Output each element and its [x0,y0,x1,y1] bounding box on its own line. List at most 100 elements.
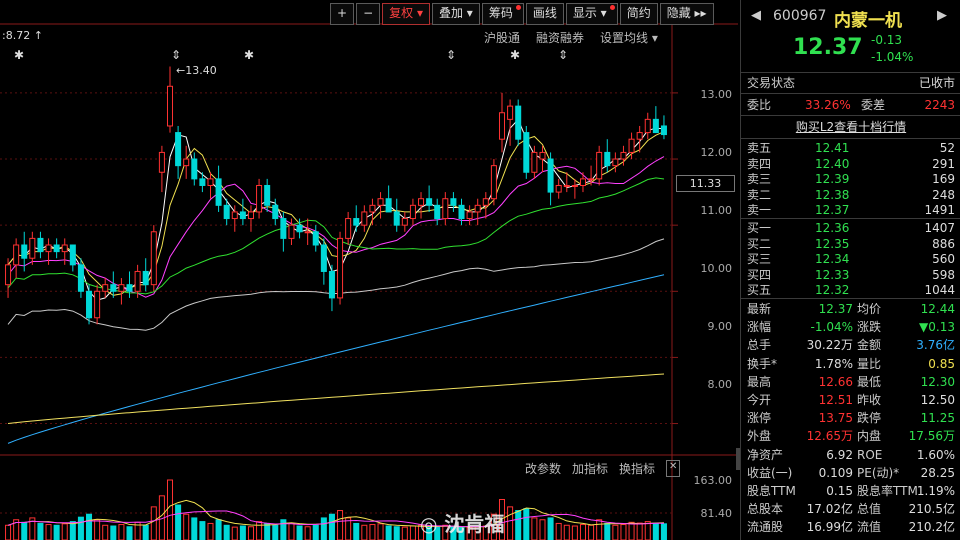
stat-value: 28.25 [920,465,955,480]
stat-value: 11.25 [920,411,955,426]
notification-dot [609,5,615,10]
candle-body [385,198,392,213]
toolbar-button[interactable]: 画线 [525,3,564,25]
toolbar-button[interactable]: + [330,3,355,25]
event-marker[interactable]: ✱ [244,48,254,62]
volume-bar [377,523,384,540]
stat-label: 外盘 [747,429,772,444]
event-marker[interactable]: ⇕ [446,48,456,62]
candle-body [175,132,182,167]
volume-bar [215,519,222,540]
stat-label: 净资产 [747,447,784,462]
indicator-link[interactable]: 改参数 [525,460,561,477]
weibi-value: 33.26% [805,98,851,112]
bid-level-row[interactable]: 买四 12.33 598 [747,268,955,283]
chart-link[interactable]: 沪股通 [484,29,520,46]
candle-body [401,218,408,226]
ask-level-row[interactable]: 卖一 12.37 1491 [747,203,955,218]
ma-info: :8.72 ↑ [2,29,43,42]
stock-name: 内蒙一机 [834,11,902,31]
candle-body [166,85,174,127]
bid-level-row[interactable]: 买三 12.34 560 [747,252,955,267]
candle-body [579,178,586,186]
volume-bar [183,513,190,540]
stat-label: 收益(一) [747,465,793,480]
volume-bar [126,526,133,540]
volume-bar [150,506,157,540]
ask-level-row[interactable]: 卖五 12.41 52 [747,141,955,156]
buy-l2-link[interactable]: 购买L2查看十档行情 [741,118,960,135]
event-marker[interactable]: ✱ [14,48,24,62]
divider [741,93,960,94]
ask-level-row[interactable]: 卖三 12.39 169 [747,172,955,187]
ask-price: 12.41 [815,141,850,155]
candle-body [620,151,627,160]
candle-body [393,211,400,226]
stat-value: 12.65万 [806,429,853,444]
candle-body [490,165,497,200]
bid-level-row[interactable]: 买二 12.35 886 [747,237,955,252]
volume-bar [547,517,554,540]
ask-label: 卖二 [747,187,772,202]
chart-link[interactable]: 设置均线 ▾ [600,29,658,46]
ask-level-row[interactable]: 卖二 12.38 248 [747,188,955,203]
toolbar-button[interactable]: − [356,3,381,25]
stat-label: PE(动)* [857,465,900,480]
volume-bar [102,524,109,540]
prev-stock-icon[interactable]: ◀ [751,8,761,23]
candle-body [660,125,667,136]
stat-value: 0.15 [826,484,853,498]
toolbar-button[interactable]: 显示 ▾ [565,3,618,25]
toolbar-button[interactable]: 隐藏 ▸▸ [659,3,714,25]
candle-body [377,198,384,206]
stat-value: 12.44 [920,302,955,316]
toolbar-button[interactable]: 复权 ▾ [382,3,430,25]
bid-vol: 560 [932,252,955,266]
volume-bar [296,525,303,540]
stat-label: 流值 [857,520,882,535]
volume-bar [61,523,68,540]
event-marker[interactable]: ⇕ [558,48,568,62]
kline-chart-area[interactable]: + − 复权 ▾ 叠加 ▾ 筹码 画线 显示 ▾ 简约 隐藏 ▸▸ :8.72 ↑ 沪股通 融资融… [0,0,738,540]
volume-bar [596,519,603,540]
chart-link[interactable]: 融资融券 [536,29,584,46]
next-stock-icon[interactable]: ▶ [937,8,947,23]
bid-level-row[interactable]: 买五 12.32 1044 [747,283,955,298]
event-marker[interactable]: ⇕ [171,48,181,62]
volume-bar [563,524,570,540]
candle-body [474,204,481,213]
stat-value: 12.30 [920,374,955,389]
volume-bar [21,521,28,540]
bid-price: 12.35 [815,236,850,251]
watermark-text: 沈肯福 [444,512,505,536]
ask-vol: 169 [932,172,955,186]
stat-label: 量比 [857,356,882,371]
stat-label: 昨收 [857,393,882,407]
candle-body [320,244,327,272]
divider [741,138,960,139]
toolbar-button[interactable]: 筹码 [481,3,524,25]
kline-svg[interactable] [0,0,738,540]
long-moving-average-line [7,373,665,424]
candle-body [523,132,530,173]
indicator-link[interactable]: 换指标 [619,460,655,477]
volume-bar [264,522,271,540]
candle-body [126,284,133,292]
bid-level-row[interactable]: 买一 12.36 1407 [747,221,955,236]
ask-vol: 1491 [924,203,955,217]
bid-vol: 886 [932,236,955,251]
stat-value: 17.56万 [908,429,955,444]
event-marker[interactable]: ✱ [510,48,520,62]
ask-level-row[interactable]: 卖四 12.40 291 [747,157,955,172]
stat-label: 总手 [747,338,772,353]
candle-body [256,184,263,213]
indicator-link[interactable]: 加指标 [572,460,608,477]
volume-bar [118,524,125,540]
toolbar-button[interactable]: 叠加 ▾ [431,3,480,25]
toolbar-button[interactable]: 简约 [619,3,658,25]
candle-body [442,198,449,220]
stat-label: 内盘 [857,429,882,444]
stat-value: 3.76亿 [916,338,955,353]
stat-value: 12.50 [920,393,955,407]
candle-body [69,244,76,266]
